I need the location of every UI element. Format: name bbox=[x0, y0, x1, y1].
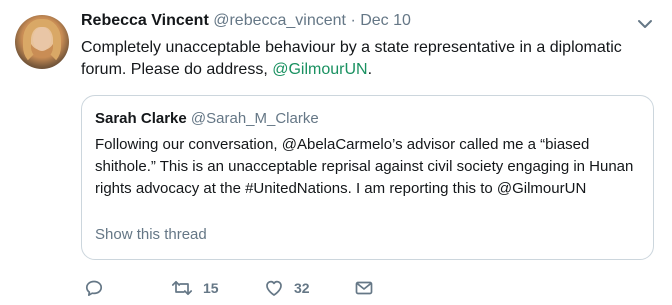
quoted-text: Following our conversation, @AbelaCarmel… bbox=[95, 136, 634, 197]
tweet-text-end: . bbox=[367, 61, 373, 78]
quoted-author-handle: @Sarah_M_Clarke bbox=[190, 110, 319, 127]
like-button[interactable]: 32 bbox=[264, 277, 310, 299]
retweet-icon bbox=[171, 278, 193, 298]
avatar[interactable] bbox=[15, 15, 69, 69]
tweet-header: Rebecca Vincent @rebecca_vincent · Dec 1… bbox=[81, 12, 411, 30]
header-separator: · bbox=[350, 12, 356, 29]
like-count: 32 bbox=[294, 280, 310, 296]
retweet-count: 15 bbox=[203, 280, 219, 296]
quoted-tweet[interactable]: Sarah Clarke @Sarah_M_Clarke Following o… bbox=[81, 95, 654, 260]
reply-button[interactable] bbox=[84, 277, 104, 299]
reply-icon bbox=[84, 278, 104, 298]
author-name[interactable]: Rebecca Vincent bbox=[81, 12, 209, 29]
direct-message-button[interactable] bbox=[354, 277, 374, 299]
envelope-icon bbox=[354, 278, 374, 298]
quoted-author-name: Sarah Clarke bbox=[95, 110, 187, 127]
heart-icon bbox=[264, 278, 284, 298]
tweet-text: Completely unacceptable behaviour by a s… bbox=[81, 37, 651, 81]
show-thread-link[interactable]: Show this thread bbox=[95, 226, 207, 243]
mention-link[interactable]: @GilmourUN bbox=[272, 61, 367, 78]
author-handle[interactable]: @rebecca_vincent bbox=[213, 12, 346, 29]
tweet-date[interactable]: Dec 10 bbox=[360, 12, 411, 29]
retweet-button[interactable]: 15 bbox=[171, 277, 219, 299]
tweet-card[interactable]: Rebecca Vincent @rebecca_vincent · Dec 1… bbox=[0, 0, 672, 305]
chevron-down-icon[interactable] bbox=[636, 17, 654, 31]
avatar-face bbox=[33, 27, 51, 51]
action-bar: 15 32 bbox=[84, 277, 414, 299]
quoted-header: Sarah Clarke @Sarah_M_Clarke bbox=[95, 110, 319, 127]
